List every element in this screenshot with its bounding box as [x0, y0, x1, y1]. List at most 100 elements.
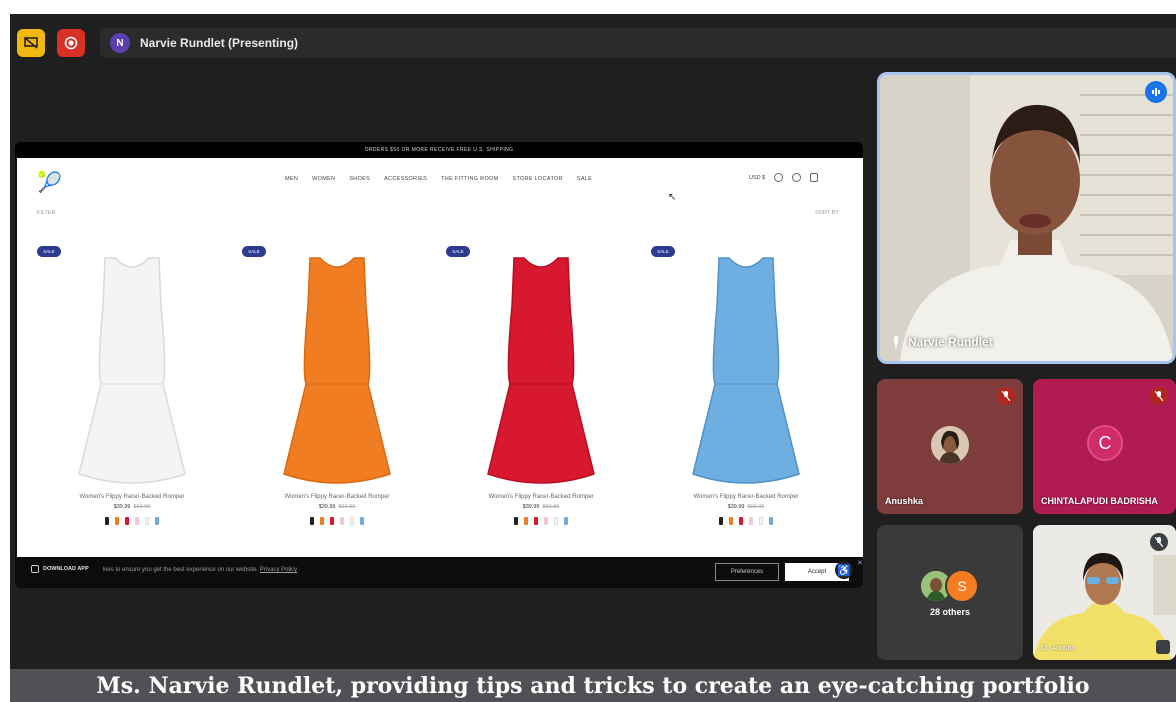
- currency-selector[interactable]: USD $: [749, 175, 765, 181]
- speaker-name: Narvie Rundlet: [908, 335, 993, 349]
- speaker-tile[interactable]: Narvie Rundlet: [877, 72, 1176, 364]
- participant-name: CHINTALAPUDI BADRISHA: [1041, 496, 1158, 506]
- nav-item-sale[interactable]: SALE: [577, 176, 592, 182]
- caption-banner: Ms. Narvie Rundlet, providing tips and t…: [10, 669, 1176, 702]
- swatch-pink[interactable]: [749, 517, 753, 525]
- swatch-white[interactable]: [554, 517, 558, 525]
- dress-image: [487, 257, 595, 484]
- download-app-button[interactable]: DOWNLOAD APP: [31, 565, 89, 573]
- original-price: $69.99: [747, 504, 765, 510]
- product-card[interactable]: SALE Women's Flippy Racer-Backed Romper …: [446, 246, 636, 576]
- sale-badge: SALE: [446, 246, 470, 257]
- swatch-orange[interactable]: [115, 517, 119, 525]
- nav-item-shoes[interactable]: SHOES: [349, 176, 370, 182]
- pin-icon[interactable]: [1156, 640, 1170, 654]
- nav-item-women[interactable]: WOMEN: [312, 176, 335, 182]
- swatch-red[interactable]: [330, 517, 334, 525]
- dress-image: [692, 257, 800, 484]
- swatch-orange[interactable]: [320, 517, 324, 525]
- product-name[interactable]: Women's Flippy Racer-Backed Romper: [446, 494, 636, 500]
- product-card[interactable]: SALE Women's Flippy Racer-Backed Romper …: [37, 246, 227, 576]
- swatch-blue[interactable]: [769, 517, 773, 525]
- sale-badge: SALE: [242, 246, 266, 257]
- close-icon[interactable]: ✕: [857, 559, 863, 567]
- original-price: $69.99: [133, 504, 151, 510]
- product-price: $39.99 $69.99: [242, 504, 432, 510]
- nav-item-accessories[interactable]: ACCESSORIES: [384, 176, 427, 182]
- participant-tile-badrisha[interactable]: C CHINTALAPUDI BADRISHA: [1033, 379, 1176, 514]
- sale-badge: SALE: [651, 246, 675, 257]
- presenting-bar[interactable]: N Narvie Rundlet (Presenting): [100, 28, 1176, 58]
- participant-tile-anushka[interactable]: Anushka: [877, 379, 1023, 514]
- swatch-pink[interactable]: [340, 517, 344, 525]
- nav-item-fitting-room[interactable]: THE FITTING ROOM: [441, 176, 498, 182]
- microphone-icon: [894, 336, 898, 348]
- swatch-red[interactable]: [125, 517, 129, 525]
- swatch-blue[interactable]: [360, 517, 364, 525]
- account-icon[interactable]: [774, 173, 784, 182]
- color-swatches: [651, 517, 841, 525]
- mic-off-icon: [997, 387, 1015, 405]
- product-name[interactable]: Women's Flippy Racer-Backed Romper: [651, 494, 841, 500]
- swatch-black[interactable]: [514, 517, 518, 525]
- swatch-blue[interactable]: [564, 517, 568, 525]
- swatch-pink[interactable]: [544, 517, 548, 525]
- swatch-red[interactable]: [739, 517, 743, 525]
- store-logo-icon[interactable]: 🎾: [37, 170, 62, 195]
- store-utilities: USD $: [749, 173, 819, 182]
- swatch-black[interactable]: [719, 517, 723, 525]
- product-card[interactable]: SALE Women's Flippy Racer-Backed Romper …: [242, 246, 432, 576]
- original-price: $69.99: [542, 504, 560, 510]
- store-nav: MEN WOMEN SHOES ACCESSORIES THE FITTING …: [285, 176, 592, 182]
- cookie-message: kies to ensure you get the best experien…: [103, 567, 297, 573]
- product-name[interactable]: Women's Flippy Racer-Backed Romper: [37, 494, 227, 500]
- others-tile[interactable]: S 28 others: [877, 525, 1023, 660]
- filter-button[interactable]: FILTER: [37, 210, 56, 216]
- preferences-button[interactable]: Preferences: [715, 563, 779, 581]
- avatar: C: [1087, 425, 1123, 461]
- original-price: $69.99: [338, 504, 356, 510]
- swatch-red[interactable]: [534, 517, 538, 525]
- sale-price: $39.99: [522, 504, 540, 510]
- store-page: 🎾 MEN WOMEN SHOES ACCESSORIES THE FITTIN…: [17, 158, 863, 571]
- product-price: $39.99 $69.99: [37, 504, 227, 510]
- mouse-cursor-icon: ↖: [668, 192, 677, 203]
- nav-item-store-locator[interactable]: STORE LOCATOR: [513, 176, 563, 182]
- sort-button[interactable]: SORT BY: [815, 210, 839, 216]
- cookie-message-text: kies to ensure you get the best experien…: [103, 567, 259, 573]
- accessibility-icon[interactable]: ♿: [835, 561, 853, 579]
- privacy-policy-link[interactable]: Privacy Policy: [260, 567, 297, 573]
- swatch-pink[interactable]: [135, 517, 139, 525]
- nav-item-men[interactable]: MEN: [285, 176, 298, 182]
- shared-screen: ORDERS $50 OR MORE RECEIVE FREE U.S. SHI…: [15, 142, 863, 588]
- product-price: $39.99 $69.99: [446, 504, 636, 510]
- search-icon[interactable]: [792, 173, 802, 182]
- sale-badge: SALE: [37, 246, 61, 257]
- presenting-label: Narvie Rundlet (Presenting): [140, 36, 299, 50]
- cookie-banner: DOWNLOAD APP kies to ensure you get the …: [15, 557, 863, 588]
- swatch-black[interactable]: [310, 517, 314, 525]
- mic-off-icon: [1150, 387, 1168, 405]
- swatch-black[interactable]: [105, 517, 109, 525]
- avatar: [931, 426, 969, 464]
- swatch-white[interactable]: [759, 517, 763, 525]
- product-price: $39.99 $69.99: [651, 504, 841, 510]
- cart-icon[interactable]: [810, 173, 819, 182]
- swatch-white[interactable]: [145, 517, 149, 525]
- sale-price: $39.99: [113, 504, 131, 510]
- product-name[interactable]: Women's Flippy Racer-Backed Romper: [242, 494, 432, 500]
- phone-icon: [31, 565, 39, 573]
- swatch-orange[interactable]: [729, 517, 733, 525]
- record-button[interactable]: [57, 29, 85, 57]
- product-card[interactable]: SALE Women's Flippy Racer-Backed Romper …: [651, 246, 841, 576]
- participant-tile-anusha[interactable]: Dr. Anusha: [1033, 525, 1176, 660]
- swatch-blue[interactable]: [155, 517, 159, 525]
- sale-price: $39.99: [727, 504, 745, 510]
- hand-raise-button[interactable]: [17, 29, 45, 57]
- swatch-white[interactable]: [350, 517, 354, 525]
- speaking-indicator-icon: [1145, 81, 1167, 103]
- others-count: 28 others: [929, 607, 971, 617]
- swatch-orange[interactable]: [524, 517, 528, 525]
- participant-name: Anushka: [885, 496, 924, 506]
- dress-image: [283, 257, 391, 484]
